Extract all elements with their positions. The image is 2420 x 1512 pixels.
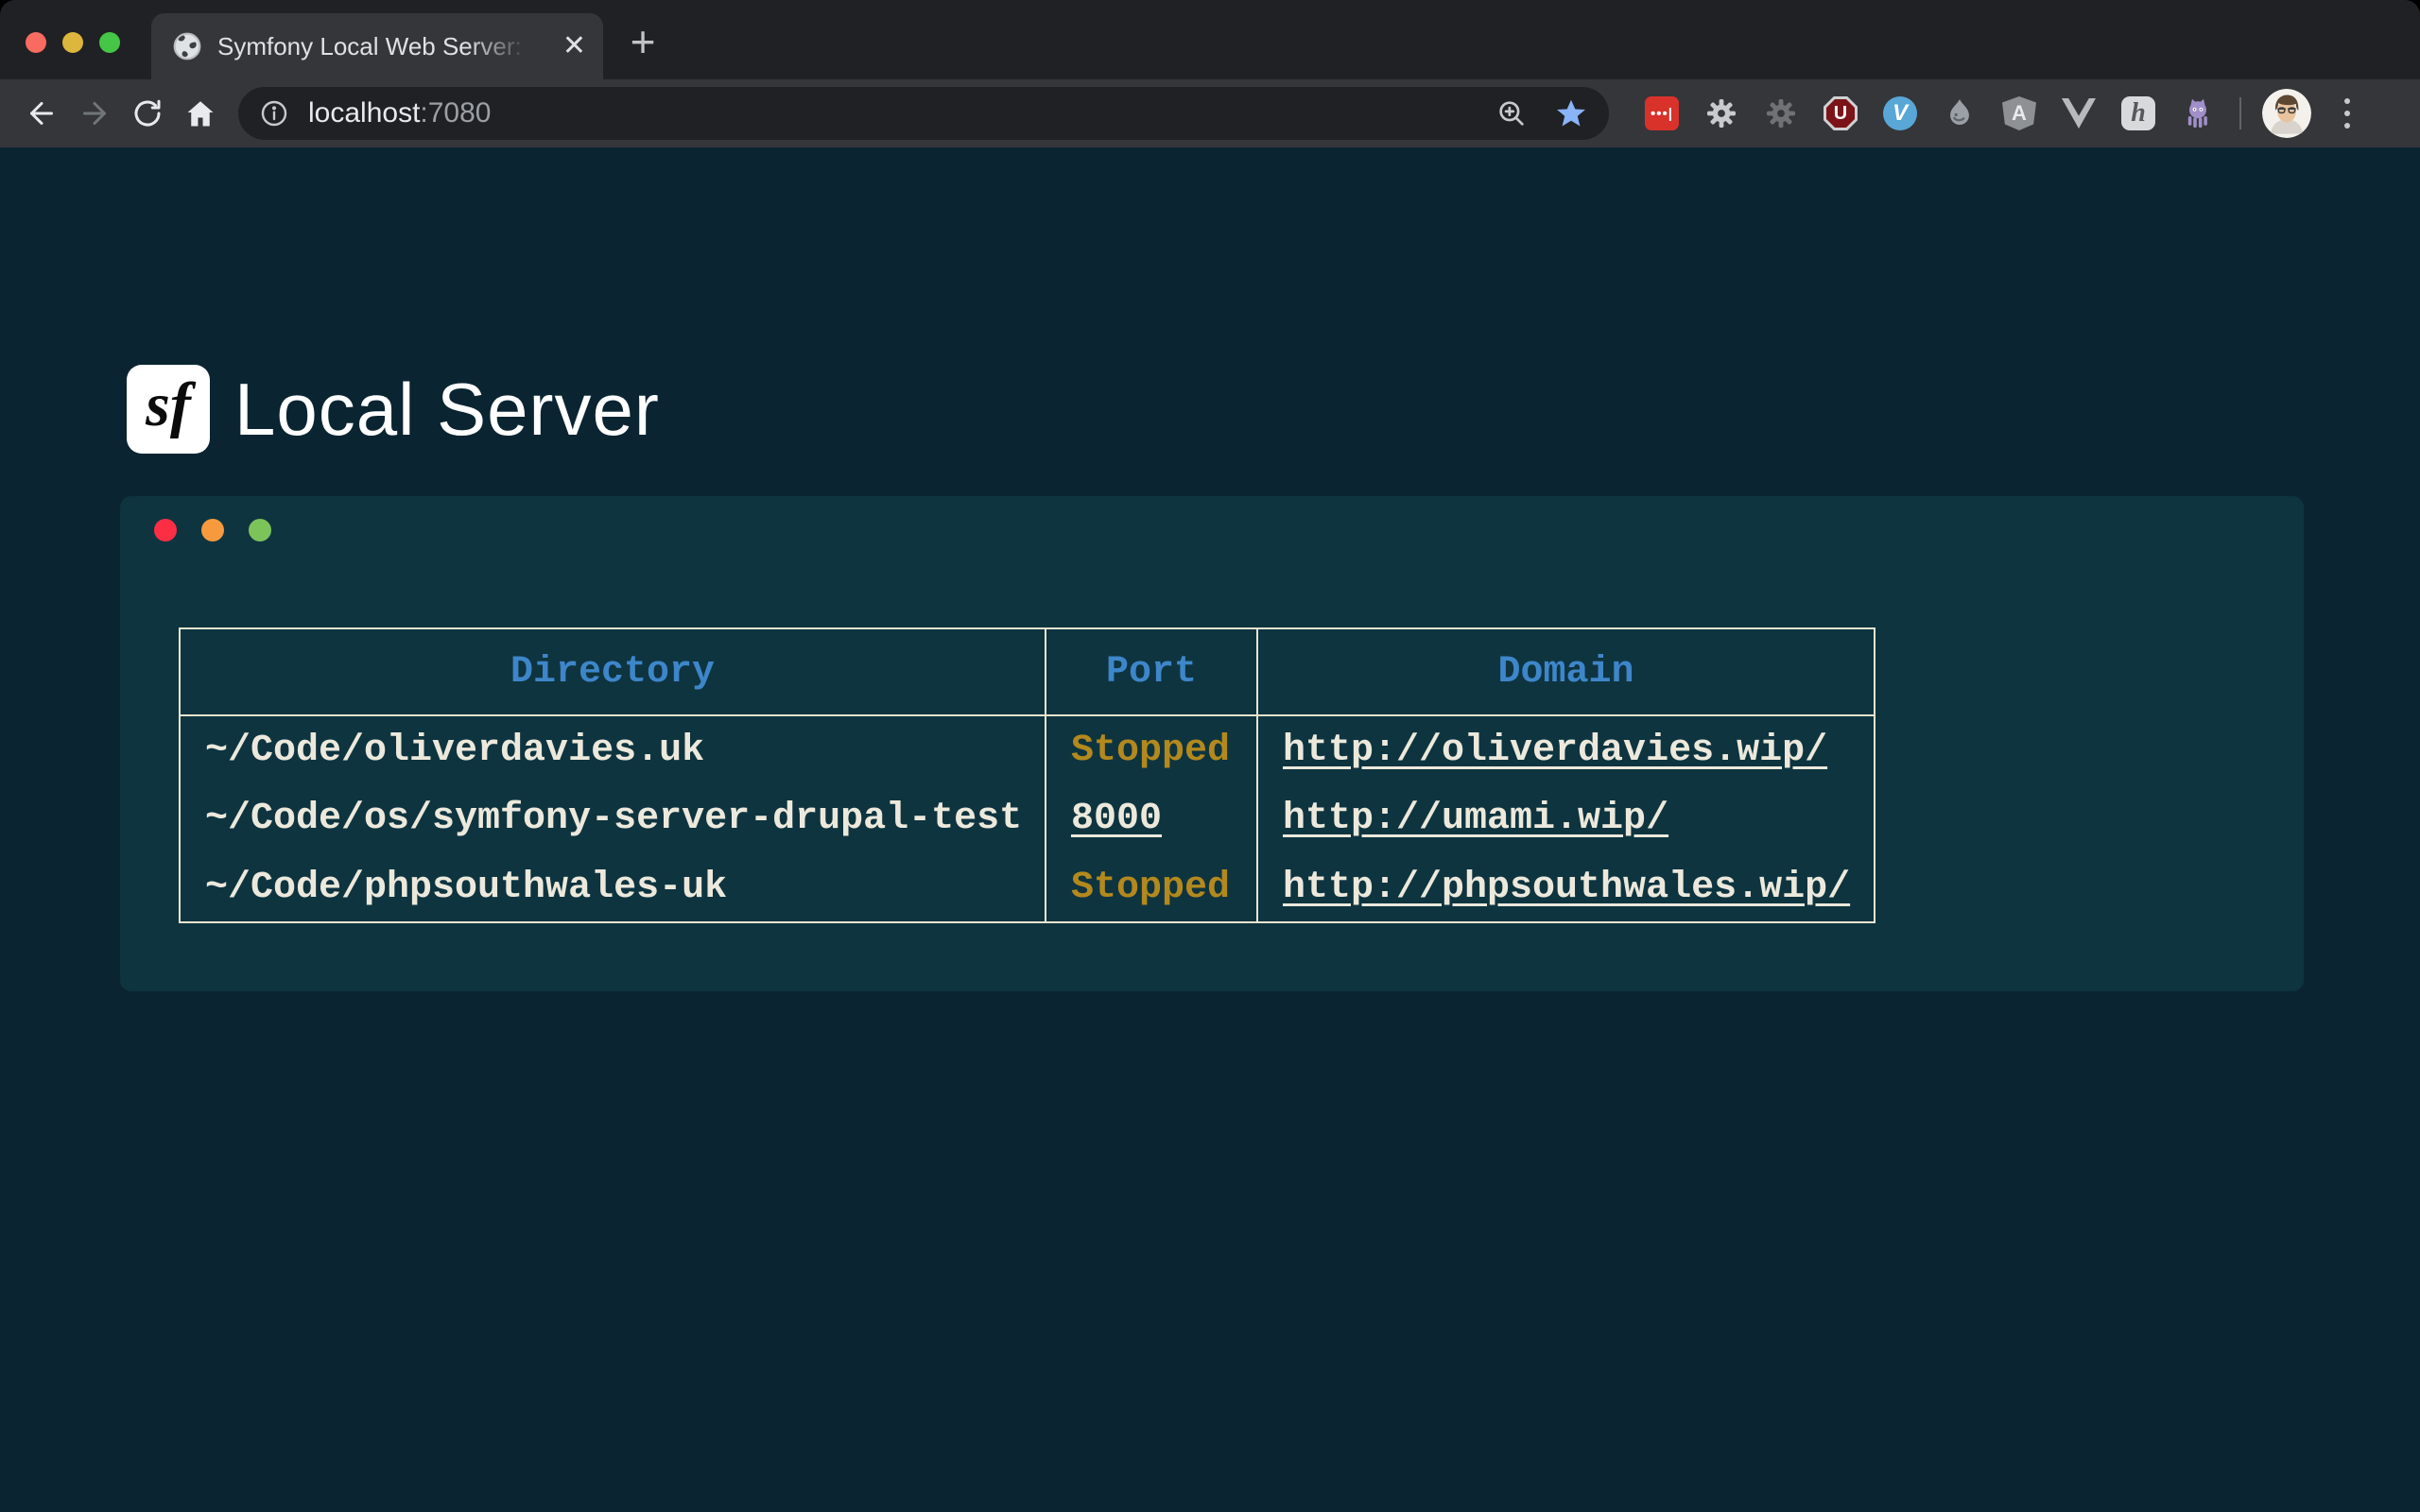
- bookmark-star-icon[interactable]: [1554, 96, 1588, 130]
- back-arrow-icon: [25, 96, 59, 130]
- url-port: :7080: [420, 97, 491, 129]
- url-text[interactable]: localhost:7080: [308, 97, 491, 129]
- page-content: sf Local Server Directory: [0, 147, 2420, 1512]
- close-tab-icon[interactable]: ✕: [562, 32, 586, 60]
- home-icon: [183, 96, 217, 130]
- directory-cell: ~/Code/phpsouthwales-uk: [180, 853, 1046, 922]
- new-tab-button[interactable]: +: [620, 21, 666, 66]
- port-link[interactable]: 8000: [1071, 798, 1162, 840]
- gear-extension-icon[interactable]: [1704, 96, 1738, 130]
- zoom-window-button[interactable]: [99, 32, 120, 53]
- port-status-cell: Stopped: [1046, 853, 1257, 922]
- forward-button[interactable]: [68, 87, 121, 140]
- minimize-window-button[interactable]: [62, 32, 83, 53]
- reload-icon: [130, 96, 164, 130]
- tab-title: Symfony Local Web Server: Prox: [217, 32, 529, 61]
- url-host: localhost: [308, 97, 420, 129]
- browser-menu-button[interactable]: [2326, 93, 2368, 134]
- reload-button[interactable]: [121, 87, 174, 140]
- tab-strip: Symfony Local Web Server: Prox ✕ +: [0, 0, 2420, 79]
- directory-cell: ~/Code/oliverdavies.uk: [180, 715, 1046, 784]
- honey-extension-icon[interactable]: h: [2121, 96, 2155, 130]
- globe-favicon-icon: [172, 31, 202, 61]
- octocat-extension-icon[interactable]: [2181, 96, 2215, 130]
- ublock-origin-extension-icon[interactable]: U: [1824, 96, 1858, 130]
- table-row: ~/Code/oliverdavies.uk Stopped http://ol…: [180, 715, 1875, 784]
- table-row: ~/Code/os/symfony-server-drupal-test 800…: [180, 784, 1875, 853]
- proxy-table: Directory Port Domain ~/Code/oliverdavie…: [179, 627, 1876, 923]
- column-header-directory: Directory: [180, 628, 1046, 715]
- column-header-port: Port: [1046, 628, 1257, 715]
- lastpass-extension-icon[interactable]: •••|: [1645, 96, 1679, 130]
- card-window-dots: [154, 519, 271, 541]
- domain-link[interactable]: http://umami.wip/: [1283, 798, 1668, 840]
- domain-link[interactable]: http://phpsouthwales.wip/: [1283, 867, 1850, 909]
- zoom-icon[interactable]: [1495, 97, 1528, 129]
- angular-extension-icon[interactable]: A: [2002, 96, 2036, 130]
- back-button[interactable]: [15, 87, 68, 140]
- extension-icons: •••|: [1645, 96, 2215, 130]
- page-info-icon[interactable]: [259, 98, 289, 129]
- table-row: ~/Code/phpsouthwales-uk Stopped http://p…: [180, 853, 1875, 922]
- drupal-extension-icon[interactable]: [1943, 96, 1977, 130]
- profile-avatar[interactable]: [2262, 89, 2311, 138]
- column-header-domain: Domain: [1257, 628, 1875, 715]
- vue-extension-icon[interactable]: [2062, 96, 2096, 130]
- server-card: Directory Port Domain ~/Code/oliverdavie…: [120, 496, 2304, 991]
- table-header-row: Directory Port Domain: [180, 628, 1875, 715]
- card-dot-red: [154, 519, 177, 541]
- symfony-logo: sf: [127, 365, 210, 454]
- card-dot-orange: [201, 519, 224, 541]
- home-button[interactable]: [174, 87, 227, 140]
- window-controls: [26, 32, 120, 53]
- close-window-button[interactable]: [26, 32, 46, 53]
- gear-disabled-extension-icon[interactable]: [1764, 96, 1798, 130]
- card-dot-green: [249, 519, 271, 541]
- symfony-sf-glyph: sf: [146, 369, 191, 449]
- page-title: Local Server: [234, 367, 660, 453]
- active-tab[interactable]: Symfony Local Web Server: Prox ✕: [151, 13, 603, 79]
- chrome-frame: Symfony Local Web Server: Prox ✕ +: [0, 0, 2420, 1512]
- toolbar-divider: [2239, 97, 2241, 129]
- directory-cell: ~/Code/os/symfony-server-drupal-test: [180, 784, 1046, 853]
- browser-toolbar: localhost:7080 •••|: [0, 79, 2420, 147]
- domain-link[interactable]: http://oliverdavies.wip/: [1283, 730, 1827, 772]
- browser-window: Symfony Local Web Server: Prox ✕ +: [0, 0, 2420, 1512]
- address-bar[interactable]: localhost:7080: [238, 87, 1609, 140]
- brand-header: sf Local Server: [127, 365, 660, 454]
- vimium-extension-icon[interactable]: V: [1883, 96, 1917, 130]
- port-status-cell: Stopped: [1046, 715, 1257, 784]
- forward-arrow-icon: [78, 96, 112, 130]
